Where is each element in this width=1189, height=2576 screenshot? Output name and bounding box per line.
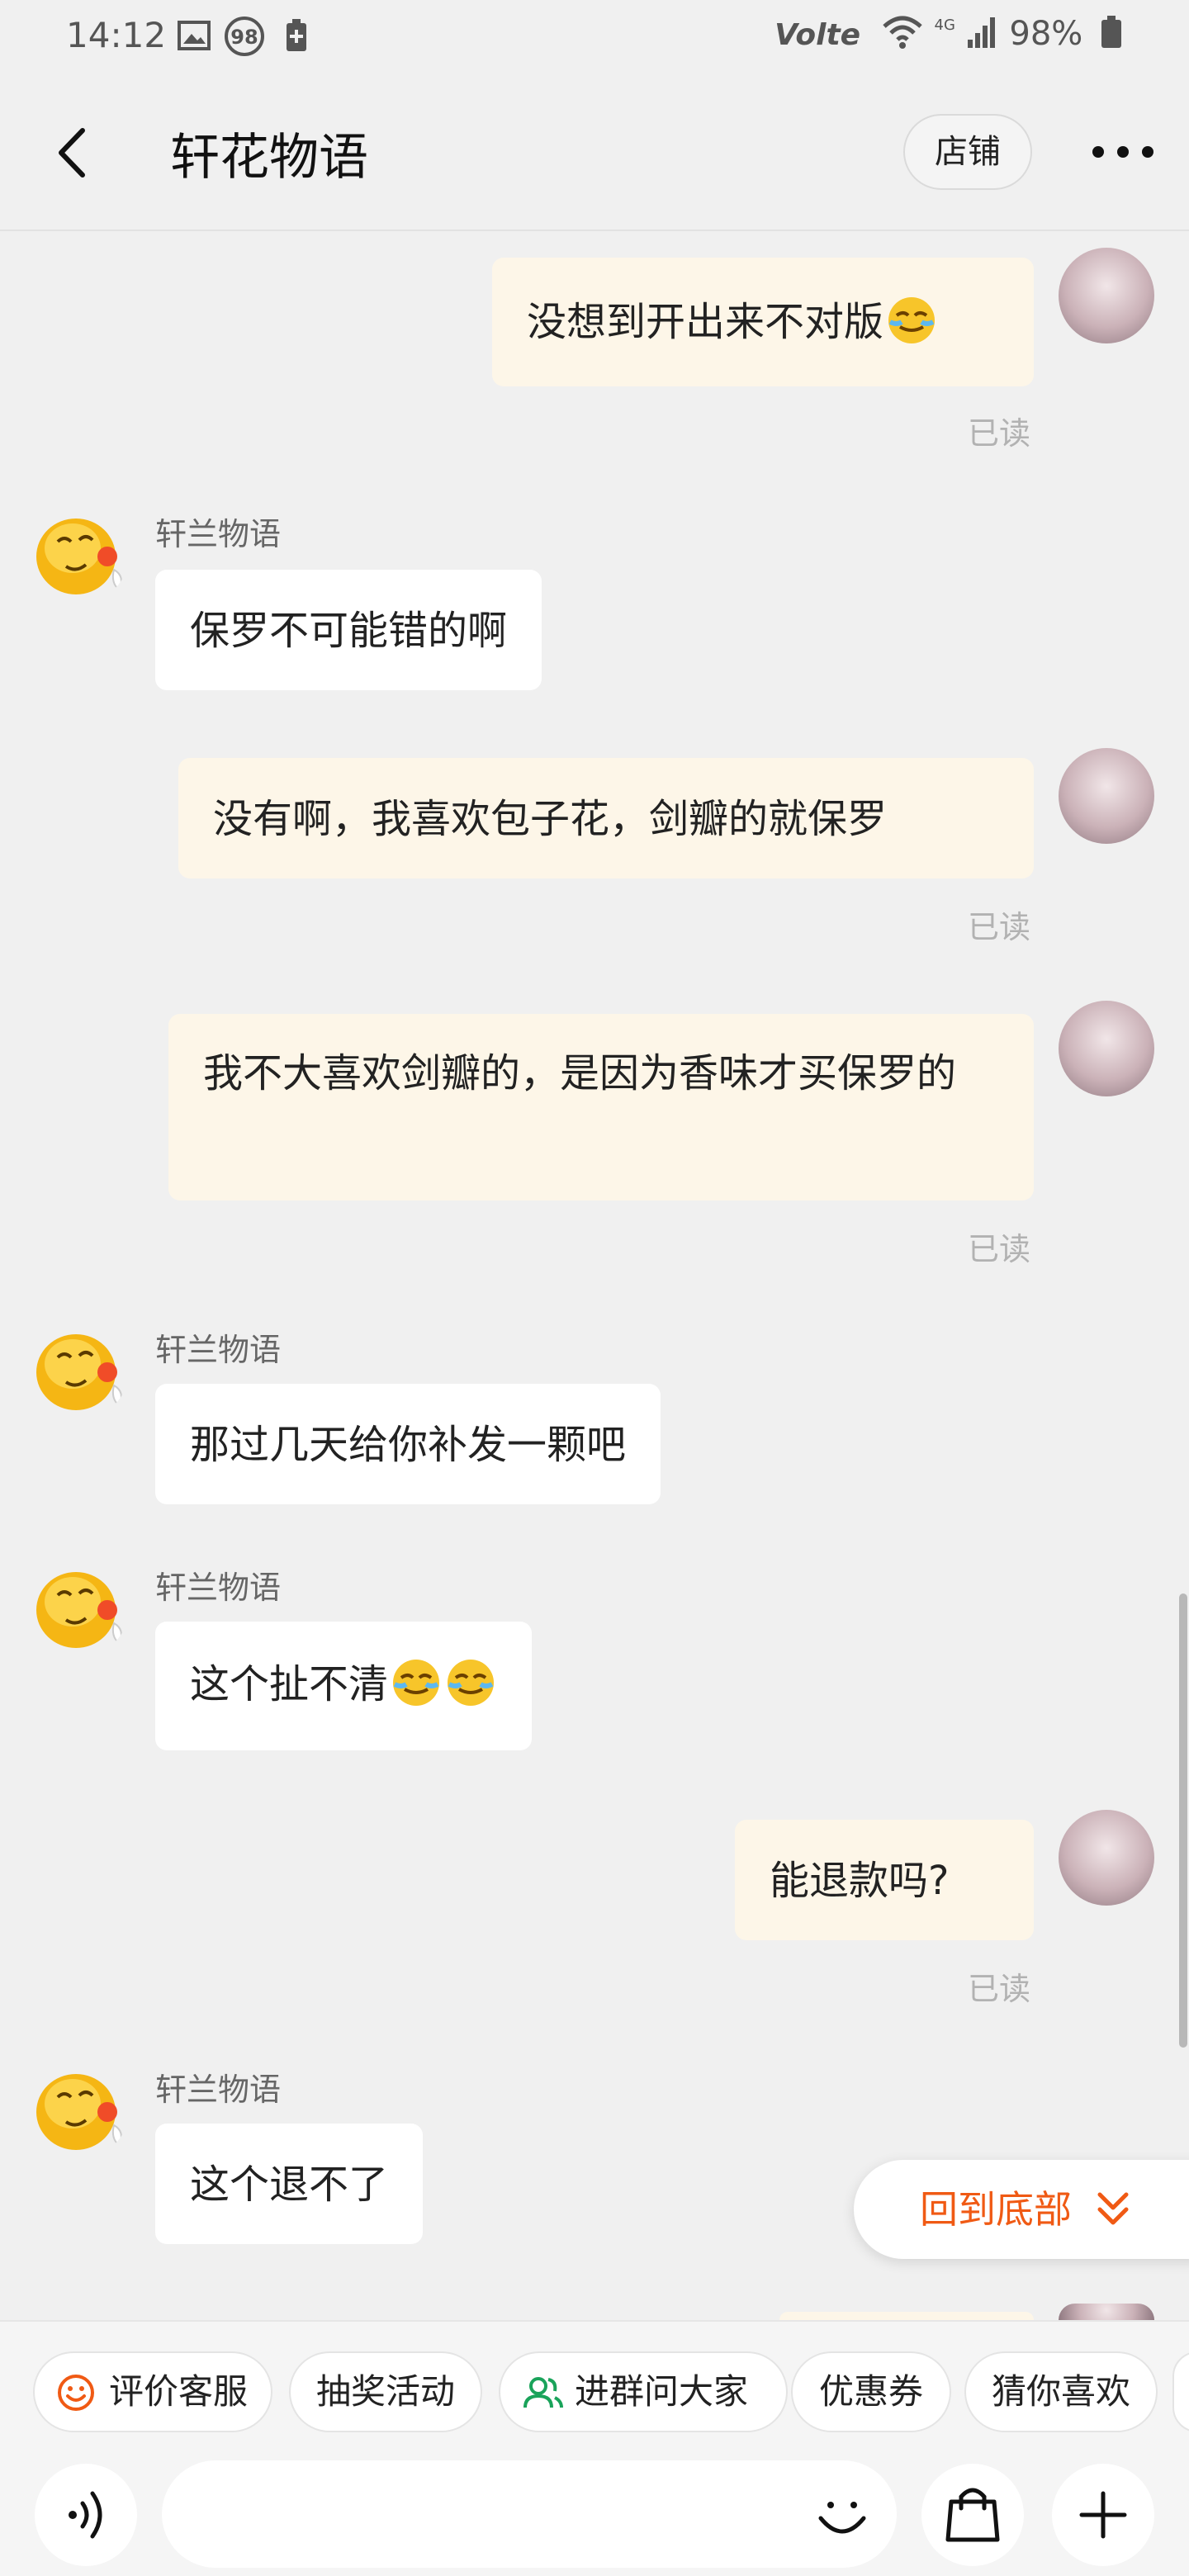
message-text: 我不大喜欢剑瓣的，是因为香味才买保罗的: [203, 1050, 957, 1096]
plus-button[interactable]: [1052, 2464, 1154, 2566]
user-avatar[interactable]: [1059, 748, 1154, 844]
chip-label: 评价客服: [109, 2371, 249, 2412]
message-input[interactable]: [162, 2460, 897, 2568]
battery-percent: 98%: [1009, 15, 1083, 53]
chip-label: 进群问大家: [575, 2371, 749, 2412]
tears-emoji-icon: [888, 297, 936, 343]
scrollbar[interactable]: [1179, 1593, 1187, 2048]
user-avatar[interactable]: [1059, 1001, 1154, 1096]
chip-lottery[interactable]: 抽奖活动: [289, 2351, 482, 2432]
quick-action-bar: 评价客服 抽奖活动 进群问大家 优惠券 猜你喜欢: [0, 2320, 1189, 2452]
signal-icon: [967, 17, 995, 48]
chip-label: 抽奖活动: [315, 2371, 455, 2412]
chat-header: 轩花物语 店铺: [0, 74, 1189, 231]
message-text: 没有啊，我喜欢包子花，剑瓣的就保罗: [213, 796, 888, 842]
signal-type: 4G: [934, 17, 955, 34]
message-bubble-in[interactable]: 这个扯不清: [155, 1622, 533, 1750]
tears-emoji-icon: [448, 1660, 495, 1706]
read-status: 已读: [968, 1231, 1031, 1267]
message-bubble-in[interactable]: 保罗不可能错的啊: [155, 570, 542, 690]
message-bubble-out[interactable]: 能退款吗?: [735, 1820, 1034, 1940]
read-status: 已读: [968, 415, 1031, 452]
chip-coupons[interactable]: 优惠券: [791, 2351, 951, 2432]
read-status: 已读: [968, 909, 1031, 945]
message-bubble-in[interactable]: 这个退不了: [155, 2124, 424, 2244]
tears-emoji-icon: [393, 1660, 440, 1706]
chip-join-group[interactable]: 进群问大家: [499, 2351, 788, 2432]
status-bar: 14:12 98 Volte 4G 98%: [0, 0, 1189, 74]
wifi-icon: [883, 16, 922, 49]
chip-label: 猜你喜欢: [991, 2371, 1130, 2412]
sender-name: 轩兰物语: [155, 516, 282, 552]
back-to-bottom-button[interactable]: 回到底部: [854, 2160, 1189, 2259]
input-bar: [0, 2452, 1189, 2576]
message-text: 那过几天给你补发一颗吧: [190, 1422, 627, 1468]
message-bubble-in[interactable]: 那过几天给你补发一颗吧: [155, 1384, 661, 1504]
chip-rate-service[interactable]: 评价客服: [33, 2351, 272, 2432]
battery-icon: [1101, 16, 1121, 48]
shopping-bag-icon: [945, 2488, 1000, 2542]
shop-avatar[interactable]: [33, 1323, 129, 1418]
notification-badge-icon: 98: [225, 17, 264, 56]
message-bubble-out[interactable]: 没想到开出来不对版: [492, 258, 1034, 386]
page-title: 轩花物语: [170, 129, 368, 187]
shop-avatar[interactable]: [33, 507, 129, 603]
message-text: 能退款吗?: [770, 1858, 950, 1904]
sender-name: 轩兰物语: [155, 1570, 282, 1606]
group-icon: [523, 2377, 563, 2408]
voice-button[interactable]: [35, 2464, 137, 2566]
status-right: Volte 4G 98%: [775, 15, 1123, 53]
message-text: 没想到开出来不对版: [527, 299, 884, 345]
sender-name: 轩兰物语: [155, 1332, 282, 1368]
back-arrow-icon[interactable]: [48, 124, 97, 182]
message-text: 这个扯不清: [190, 1661, 389, 1707]
battery-saver-icon: [287, 19, 306, 51]
shop-avatar[interactable]: [33, 2062, 129, 2158]
emoji-icon[interactable]: [809, 2485, 875, 2551]
chip-more-partial[interactable]: [1172, 2351, 1189, 2432]
chip-recommend[interactable]: 猜你喜欢: [964, 2351, 1158, 2432]
sender-name: 轩兰物语: [155, 2072, 282, 2108]
plus-icon: [1079, 2491, 1127, 2539]
message-text: 这个退不了: [190, 2162, 389, 2208]
message-text: 保罗不可能错的啊: [190, 608, 508, 654]
shop-avatar[interactable]: [33, 1560, 129, 1656]
volte-label: Volte: [775, 18, 861, 52]
store-button[interactable]: 店铺: [903, 114, 1032, 190]
message-bubble-out[interactable]: 我不大喜欢剑瓣的，是因为香味才买保罗的: [168, 1014, 1034, 1200]
badge-count: 98: [230, 26, 258, 49]
back-to-bottom-label: 回到底部: [920, 2187, 1072, 2232]
chip-label: 优惠券: [818, 2371, 923, 2412]
user-avatar[interactable]: [1059, 2304, 1154, 2320]
message-bubble-out-partial: [779, 2312, 1034, 2320]
product-button[interactable]: [921, 2464, 1024, 2566]
user-avatar[interactable]: [1059, 248, 1154, 343]
read-status: 已读: [968, 1971, 1031, 2007]
chevron-double-down-icon: [1097, 2192, 1129, 2225]
smile-icon: [58, 2375, 94, 2411]
voice-icon: [69, 2491, 102, 2539]
user-avatar[interactable]: [1059, 1810, 1154, 1906]
more-dots-icon[interactable]: [1090, 134, 1156, 170]
status-time: 14:12: [66, 15, 167, 55]
message-bubble-out[interactable]: 没有啊，我喜欢包子花，剑瓣的就保罗: [178, 758, 1034, 878]
gallery-icon: [178, 21, 211, 50]
